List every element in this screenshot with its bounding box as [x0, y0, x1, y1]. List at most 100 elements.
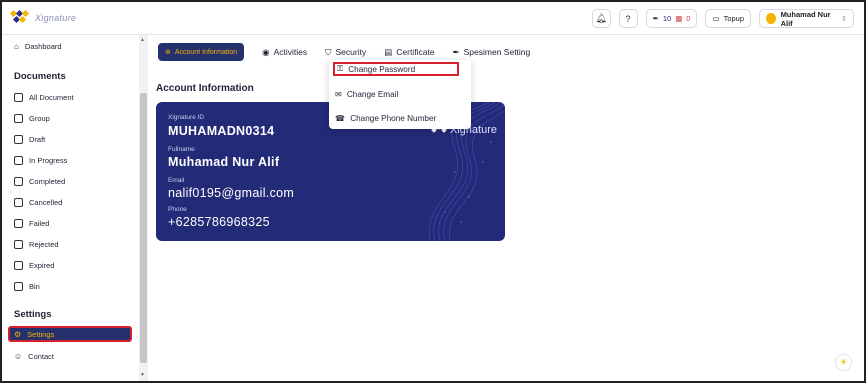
- topup-label: Topup: [723, 14, 744, 23]
- sidebar-item-label: Dashboard: [24, 41, 62, 51]
- app-window: Xignature 🔔︎ ? ✒ 10 ▦ 0 ▭ Topup Muhamad …: [0, 0, 866, 383]
- sidebar-item-label: Bin: [29, 281, 40, 291]
- scroll-down-icon[interactable]: ▼: [140, 372, 145, 378]
- id-label: Xignature ID: [168, 114, 205, 121]
- sidebar-item-all-document[interactable]: All Document: [14, 90, 74, 104]
- sidebar-item-bin[interactable]: Bin: [14, 279, 40, 293]
- file-expired-icon: [14, 260, 23, 270]
- certificate-icon: ▤: [384, 46, 393, 57]
- help-icon[interactable]: ?: [618, 9, 638, 28]
- wallet-icon: ▭: [712, 14, 720, 23]
- sidebar: ⌂ Dashboard Documents All Document Group…: [2, 35, 149, 381]
- sidebar-item-failed[interactable]: Failed: [14, 216, 49, 230]
- main-content: ⊛ Account Information ◉ Activities ⛉ Sec…: [149, 35, 864, 381]
- folder-icon: [14, 113, 23, 123]
- tab-label: Spesimen Setting: [463, 47, 531, 57]
- menu-item-label: Change Email: [346, 89, 399, 99]
- key-icon: ⚿: [337, 64, 344, 73]
- avatar: [766, 13, 776, 24]
- signature-quota: 10: [662, 14, 672, 23]
- menu-item-label: Change Phone Number: [350, 113, 437, 123]
- file-check-icon: [14, 176, 23, 186]
- tab-label: Activities: [273, 47, 308, 57]
- sidebar-item-label: Settings: [27, 329, 55, 339]
- mail-icon: ✉: [335, 90, 342, 99]
- sidebar-scrollbar[interactable]: ▲ ▼: [139, 35, 148, 381]
- sidebar-item-draft[interactable]: Draft: [14, 132, 45, 146]
- tab-certificate[interactable]: ▤ Certificate: [384, 47, 434, 58]
- sidebar-item-label: Group: [29, 113, 50, 123]
- tab-label: Security: [335, 47, 367, 57]
- settings-tabs: ⊛ Account Information ◉ Activities ⛉ Sec…: [158, 43, 530, 61]
- file-cancel-icon: [14, 197, 23, 207]
- bell-icon[interactable]: 🔔︎: [591, 9, 611, 28]
- quota-badge[interactable]: ✒ 10 ▦ 0: [645, 9, 698, 28]
- gear-icon: ⚙: [14, 329, 22, 339]
- tab-label: Certificate: [396, 47, 435, 57]
- change-phone-item[interactable]: ☎ Change Phone Number: [335, 111, 436, 125]
- logo[interactable]: Xignature: [9, 9, 76, 25]
- menu-item-label: Change Password: [348, 64, 416, 74]
- signature-icon: ✒: [452, 46, 460, 57]
- file-failed-icon: [14, 218, 23, 228]
- tab-activities[interactable]: ◉ Activities: [262, 47, 307, 58]
- top-bar: Xignature 🔔︎ ? ✒ 10 ▦ 0 ▭ Topup Muhamad …: [2, 2, 864, 35]
- sidebar-item-label: Contact: [28, 351, 55, 361]
- trash-icon: [14, 281, 23, 291]
- sidebar-item-cancelled[interactable]: Cancelled: [14, 195, 62, 209]
- sidebar-item-label: Draft: [29, 134, 46, 144]
- change-password-item[interactable]: ⚿ Change Password: [333, 62, 459, 76]
- sidebar-item-label: Completed: [29, 176, 66, 186]
- sun-icon: ☀: [839, 357, 848, 367]
- user-menu[interactable]: Muhamad Nur Alif ⇕: [759, 9, 854, 28]
- phone-value: +6285786968325: [168, 215, 270, 229]
- sidebar-item-label: Failed: [29, 218, 50, 228]
- activity-icon: ◉: [262, 46, 270, 57]
- change-email-item[interactable]: ✉ Change Email: [335, 87, 398, 101]
- sidebar-item-label: Rejected: [29, 239, 59, 249]
- tab-security[interactable]: ⛉ Security: [325, 47, 366, 58]
- settings-section-title: Settings: [14, 309, 52, 320]
- signature-icon: ✒: [652, 14, 659, 23]
- theme-toggle-button[interactable]: ☀: [835, 354, 852, 371]
- tab-specimen-setting[interactable]: ✒ Spesimen Setting: [453, 47, 531, 58]
- scrollbar-thumb[interactable]: [140, 93, 147, 363]
- sidebar-item-label: Cancelled: [29, 197, 63, 207]
- topup-button[interactable]: ▭ Topup: [705, 9, 751, 28]
- qr-quota: 0: [686, 14, 691, 23]
- phone-icon: ☎: [335, 114, 346, 123]
- sidebar-item-contact[interactable]: ☺ Contact: [14, 349, 54, 363]
- logo-icon: [9, 9, 31, 25]
- chevron-updown-icon: ⇕: [841, 15, 847, 23]
- fullname-value: Muhamad Nur Alif: [168, 155, 280, 169]
- section-title: Account Information: [156, 83, 254, 94]
- sidebar-item-label: In Progress: [29, 155, 68, 165]
- phone-label: Phone: [168, 206, 187, 213]
- file-rejected-icon: [14, 239, 23, 249]
- scroll-up-icon[interactable]: ▲: [140, 37, 145, 43]
- email-value: nalif0195@gmail.com: [168, 186, 295, 200]
- user-name: Muhamad Nur Alif: [780, 9, 831, 28]
- document-icon: [14, 92, 23, 102]
- sidebar-item-expired[interactable]: Expired: [14, 258, 54, 272]
- user-icon: ⊛: [165, 49, 171, 56]
- sidebar-item-settings[interactable]: ⚙ Settings: [8, 326, 132, 342]
- sidebar-item-dashboard[interactable]: ⌂ Dashboard: [14, 39, 62, 53]
- sidebar-item-label: All Document: [29, 92, 74, 102]
- home-icon: ⌂: [14, 41, 19, 51]
- sidebar-item-label: Expired: [29, 260, 55, 270]
- sidebar-item-group[interactable]: Group: [14, 111, 50, 125]
- id-value: MUHAMADN0314: [168, 124, 275, 138]
- fullname-label: Fullname: [168, 146, 195, 153]
- email-label: Email: [168, 177, 185, 184]
- tab-label: Account Information: [174, 48, 238, 56]
- shield-icon: ⛉: [325, 46, 332, 57]
- sidebar-item-completed[interactable]: Completed: [14, 174, 65, 188]
- file-progress-icon: [14, 155, 23, 165]
- sidebar-item-rejected[interactable]: Rejected: [14, 237, 59, 251]
- tab-account-information[interactable]: ⊛ Account Information: [158, 43, 245, 61]
- contacts-icon: ☺: [14, 351, 23, 361]
- sidebar-item-in-progress[interactable]: In Progress: [14, 153, 67, 167]
- file-icon: [14, 134, 23, 144]
- security-dropdown: ⚿ Change Password ✉ Change Email ☎ Chang…: [329, 60, 471, 129]
